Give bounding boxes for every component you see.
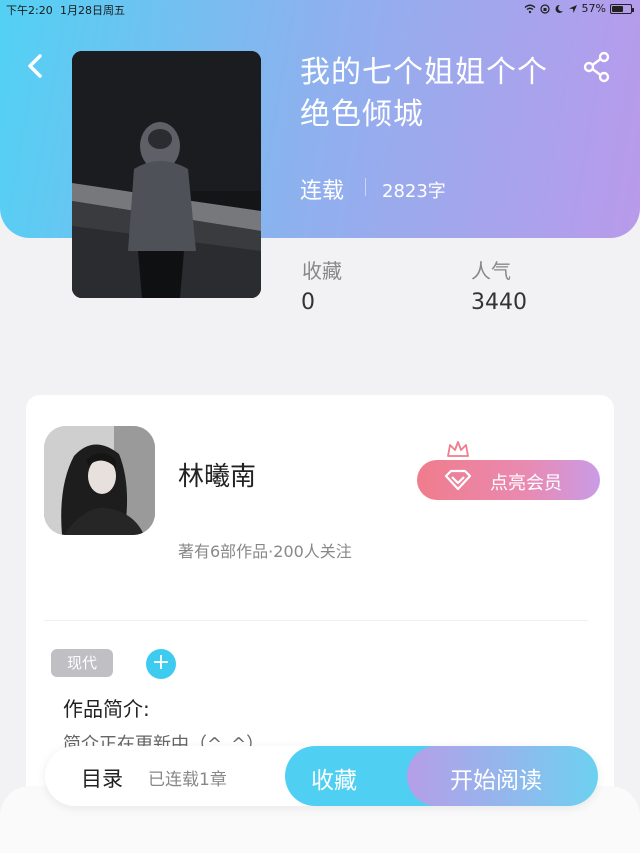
- diamond-icon: [444, 469, 472, 491]
- wifi-icon: [524, 4, 536, 13]
- start-reading-button[interactable]: 开始阅读: [407, 746, 598, 806]
- battery-percent: 57%: [581, 2, 606, 15]
- favorites-count: 0: [301, 290, 315, 315]
- moon-icon: [555, 4, 563, 13]
- crown-icon: [447, 441, 469, 457]
- battery-icon: [610, 3, 634, 14]
- add-tag-button[interactable]: +: [146, 649, 176, 679]
- vip-button[interactable]: 点亮会员: [417, 460, 600, 500]
- cover-image: [72, 51, 261, 298]
- share-icon: [583, 51, 610, 83]
- book-title-line1: 我的七个姐姐个个: [300, 55, 548, 90]
- author-avatar[interactable]: [44, 426, 155, 535]
- vip-button-label: 点亮会员: [490, 473, 562, 494]
- favorites-label: 收藏: [302, 259, 342, 283]
- status-indicators: 57%: [524, 2, 634, 15]
- status-date: 1月28日周五: [60, 4, 125, 17]
- card-divider: [44, 620, 588, 621]
- toc-button[interactable]: 目录: [81, 763, 123, 793]
- share-button[interactable]: [580, 50, 614, 84]
- popularity-count: 3440: [471, 290, 527, 315]
- book-word-count: 2823字: [382, 181, 446, 202]
- back-button[interactable]: [22, 50, 50, 82]
- book-cover[interactable]: [72, 51, 261, 298]
- status-bar: 下午2:20 1月28日周五 57%: [0, 0, 640, 18]
- status-divider: [365, 178, 366, 196]
- favorite-button-label: 收藏: [311, 768, 357, 794]
- location-icon: [568, 4, 577, 13]
- intro-title: 作品简介:: [63, 697, 150, 721]
- book-title: 我的七个姐姐个个 绝色倾城: [300, 52, 570, 136]
- book-title-line2: 绝色倾城: [300, 97, 424, 132]
- start-reading-label: 开始阅读: [450, 768, 542, 794]
- chevron-left-icon: [28, 54, 42, 78]
- avatar-image: [44, 426, 155, 535]
- popularity-label: 人气: [471, 259, 511, 283]
- author-meta: 著有6部作品·200人关注: [178, 542, 352, 561]
- status-time: 下午2:20: [6, 4, 53, 17]
- author-name[interactable]: 林曦南: [178, 456, 256, 493]
- toc-chapter-count: 已连载1章: [148, 770, 227, 790]
- book-status: 连载: [300, 179, 345, 204]
- lock-rotation-icon: [539, 3, 550, 14]
- tag-modern[interactable]: 现代: [51, 649, 113, 677]
